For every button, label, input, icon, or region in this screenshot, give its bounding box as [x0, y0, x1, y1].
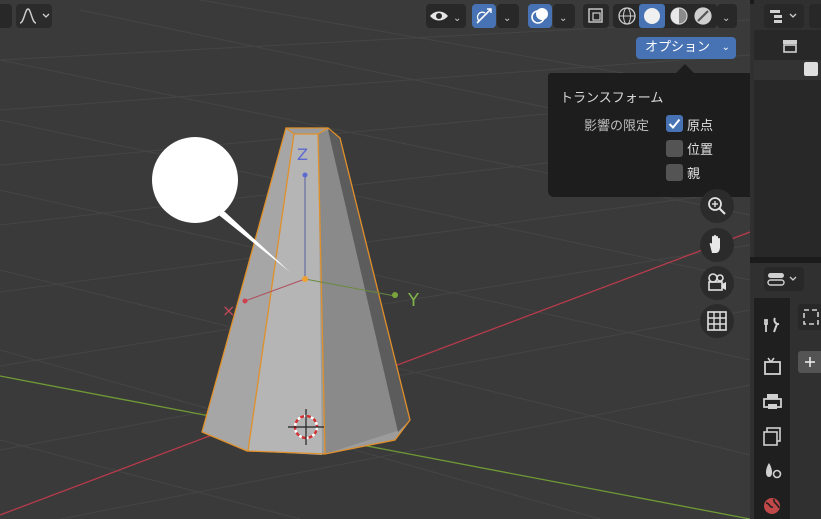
- options-chevron-icon: ⌄: [721, 42, 730, 53]
- zoom-button[interactable]: [700, 189, 734, 223]
- 3d-viewport[interactable]: × Y Z ⌄ ⌄ ⌄ ⌄ オプション ⌄ トランスフォーム 影響の限定 原点 …: [0, 0, 750, 519]
- scene-icon[interactable]: [760, 458, 784, 482]
- xray-icon: [588, 8, 603, 23]
- visibility-dropdown[interactable]: ⌄: [426, 4, 466, 28]
- falloff-curve-icon: [19, 8, 50, 24]
- zoom-icon: [708, 197, 726, 215]
- overlay-chevron-icon: ⌄: [559, 13, 568, 24]
- eye-icon: [430, 11, 448, 21]
- rendered-icon[interactable]: [691, 4, 715, 28]
- hand-icon: [709, 234, 720, 253]
- affect-only-label: 影響の限定: [584, 119, 650, 134]
- outliner-content: [754, 30, 821, 257]
- transform-section-title: トランスフォーム: [560, 91, 664, 106]
- wireframe-icon[interactable]: [615, 4, 639, 28]
- viewport-header: ⌄ ⌄ ⌄ ⌄: [0, 0, 750, 34]
- properties-tab-bar: [754, 298, 790, 519]
- visibility-chevron-icon: ⌄: [453, 13, 462, 24]
- origins-checkbox[interactable]: [666, 115, 683, 132]
- gizmo-toggle[interactable]: [472, 4, 496, 28]
- options-dropdown-button[interactable]: オプション ⌄: [636, 37, 736, 59]
- grid-icon: [707, 311, 727, 331]
- gizmo-icon: [476, 8, 492, 24]
- solid-icon: [644, 8, 660, 24]
- checkmark-icon: [668, 118, 681, 129]
- shading-mode-group: [613, 4, 717, 28]
- gizmo-dropdown[interactable]: ⌄: [497, 4, 519, 28]
- overlay-icon: [531, 8, 548, 24]
- projection-toggle-button[interactable]: [700, 304, 734, 338]
- outliner-icon: [770, 10, 797, 23]
- parents-checkbox-label[interactable]: 親: [687, 163, 700, 182]
- output-icon[interactable]: [760, 390, 784, 414]
- options-popup: トランスフォーム 影響の限定 原点 位置 親: [548, 64, 750, 197]
- z-axis-gizmo-label: Z: [297, 145, 308, 164]
- y-axis-gizmo-label: Y: [407, 290, 420, 311]
- overlay-dropdown[interactable]: ⌄: [553, 4, 575, 28]
- x-axis-gizmo-label: ×: [222, 301, 235, 320]
- outliner-display-mode-button[interactable]: [764, 4, 804, 28]
- locations-checkbox[interactable]: [666, 140, 683, 157]
- pan-button[interactable]: [700, 228, 734, 262]
- callout-bubble: [152, 137, 238, 223]
- add-button[interactable]: [798, 351, 821, 373]
- origins-checkbox-label[interactable]: 原点: [687, 115, 713, 134]
- parents-checkbox[interactable]: [666, 164, 683, 181]
- outliner-header: [754, 0, 821, 30]
- camera-view-button[interactable]: [700, 266, 734, 300]
- falloff-button[interactable]: [16, 4, 52, 28]
- render-icon[interactable]: [760, 354, 784, 378]
- collection-icon: [804, 62, 818, 76]
- properties-content: [790, 298, 821, 519]
- properties-editor-icon: [767, 273, 797, 286]
- outliner-filter-button[interactable]: [809, 4, 821, 28]
- world-icon[interactable]: [760, 494, 784, 518]
- locations-checkbox-label[interactable]: 位置: [687, 139, 713, 158]
- select-box-icon: [803, 309, 819, 325]
- scene-collection-icon: [783, 40, 797, 53]
- xray-toggle[interactable]: [583, 4, 609, 28]
- transform-tool-button[interactable]: [798, 304, 821, 330]
- material-icon[interactable]: [667, 4, 691, 28]
- shading-dropdown[interactable]: ⌄: [717, 4, 737, 28]
- tool-icon[interactable]: [760, 312, 784, 336]
- view-layer-icon[interactable]: [760, 424, 784, 448]
- properties-editor-type-button[interactable]: [764, 267, 804, 291]
- properties-header: [754, 263, 821, 298]
- origin-point: [302, 276, 308, 282]
- overlay-toggle[interactable]: [528, 4, 552, 28]
- solid-shading-button[interactable]: [639, 4, 665, 28]
- gizmo-chevron-icon: ⌄: [503, 13, 512, 24]
- editor-type-button[interactable]: [0, 4, 12, 28]
- plus-icon: [805, 357, 815, 367]
- camera-icon: [708, 273, 726, 291]
- shading-chevron-icon: ⌄: [722, 13, 731, 24]
- options-label: オプション: [645, 40, 711, 55]
